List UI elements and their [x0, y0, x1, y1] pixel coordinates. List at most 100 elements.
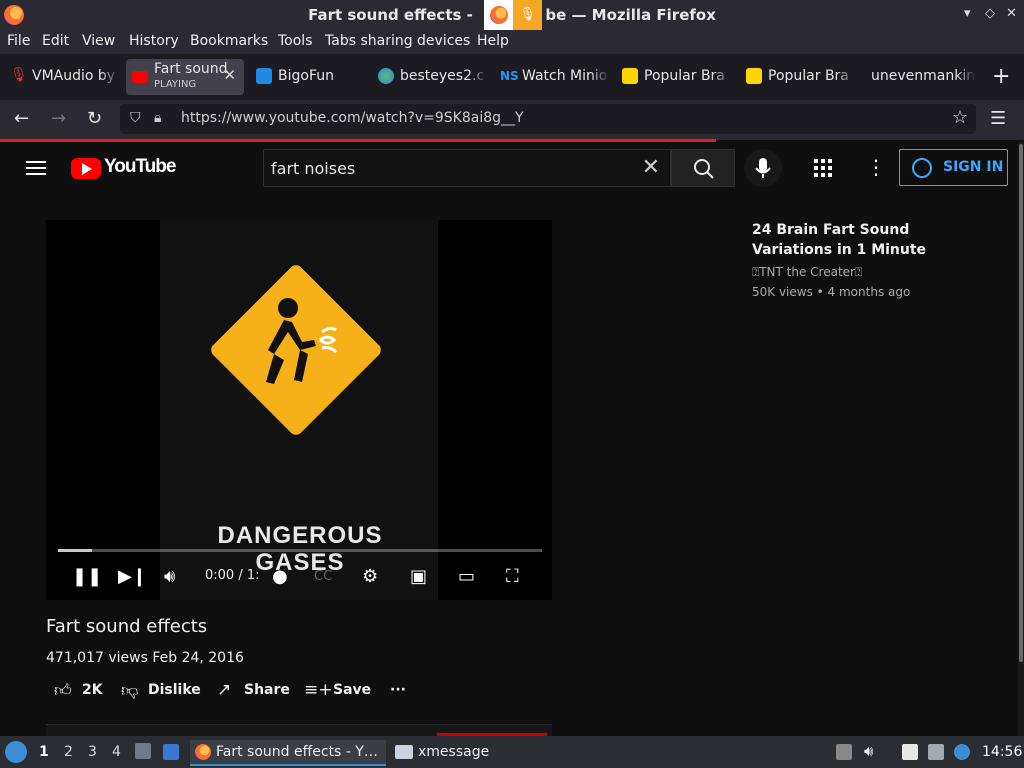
tab-fade — [712, 59, 732, 95]
firefox-mini-icon — [490, 6, 508, 24]
workspace-2[interactable]: 2 — [64, 744, 73, 760]
tab-fade — [100, 59, 120, 95]
updates-icon[interactable] — [954, 744, 970, 760]
taskbar-xmessage[interactable]: xmessage — [392, 740, 512, 766]
clipboard-icon[interactable] — [902, 744, 918, 760]
close-tab-icon[interactable]: ✕ — [223, 66, 236, 84]
shield-icon[interactable]: ⛉ — [130, 110, 141, 126]
volume-tray-icon[interactable]: 🔊︎ — [864, 742, 880, 760]
voice-search-button[interactable] — [744, 149, 782, 187]
apps-grid-icon[interactable] — [814, 159, 832, 177]
pause-icon[interactable]: ❚❚ — [72, 566, 102, 587]
menu-file[interactable]: File — [7, 33, 30, 49]
workspace-4[interactable]: 4 — [112, 744, 121, 760]
scrollbar-thumb[interactable] — [1019, 144, 1023, 662]
fullscreen-icon[interactable]: ⛶ — [506, 566, 519, 587]
search-input-value[interactable]: fart noises — [271, 159, 355, 178]
smiley-icon — [746, 68, 762, 84]
bigofun-icon — [256, 68, 272, 84]
tab-watch-minio[interactable]: NS Watch Minio — [494, 59, 610, 95]
video-player[interactable]: DANGEROUS GASES ❚❚ ▶❙ 🔊︎ 0:00 / 1: ● CC … — [46, 220, 552, 600]
close-window-button[interactable]: ✕ — [1006, 6, 1017, 21]
like-button[interactable]: 👍︎ 2K — [54, 680, 104, 702]
youtube-logo-text[interactable]: YouTube — [104, 156, 176, 178]
search-button[interactable] — [671, 149, 735, 187]
share-button[interactable]: ↗ Share — [217, 680, 290, 702]
settings-more-icon[interactable]: ⋮ — [866, 155, 886, 179]
bookmark-star-icon[interactable]: ☆ — [952, 107, 968, 128]
tab-fart-sound[interactable]: Fart sound PLAYING ✕ — [126, 59, 244, 95]
screen-share-indicator[interactable]: 🎙 — [484, 0, 542, 30]
video-progress-bar[interactable] — [58, 549, 542, 552]
minimize-button[interactable]: ▾ — [964, 6, 971, 21]
url-text[interactable]: https://www.youtube.com/watch?v=9SK8ai8g… — [181, 110, 524, 126]
dislike-button[interactable]: 👎︎ Dislike — [121, 680, 201, 702]
forward-arrow-icon[interactable]: → — [51, 108, 66, 129]
taskbar-firefox[interactable]: Fart sound effects - Y… — [190, 740, 386, 766]
tray-arrow-icon[interactable] — [836, 744, 852, 760]
tab-fade — [956, 59, 976, 95]
reload-icon[interactable]: ↻ — [87, 108, 102, 129]
video-meta: 471,017 views Feb 24, 2016 — [46, 650, 244, 666]
thumbs-down-icon: 👎︎ — [121, 681, 139, 701]
window-title-start: Fart sound effects - — [308, 6, 473, 24]
menu-tools[interactable]: Tools — [278, 33, 313, 49]
tab-vmaudio[interactable]: 🎙 VMAudio by — [4, 59, 120, 95]
lock-icon[interactable]: 🔒︎ — [154, 110, 161, 126]
clock: 14:56 — [982, 744, 1023, 760]
window-titlebar: Fart sound effects - be — Mozilla Firefo… — [0, 0, 1024, 30]
desktop-icon[interactable] — [163, 744, 179, 760]
volume-icon[interactable]: 🔊︎ — [164, 566, 175, 587]
add-to-playlist-icon: ≡+ — [304, 680, 333, 700]
share-label: Share — [244, 682, 290, 698]
start-menu-icon[interactable] — [5, 741, 27, 763]
youtube-logo-icon[interactable] — [71, 158, 101, 179]
microphone-icon: 🎙 — [10, 67, 28, 83]
theater-mode-icon[interactable]: ▭ — [458, 566, 475, 587]
save-button[interactable]: ≡+ Save — [304, 680, 371, 702]
menu-tabs-sharing[interactable]: Tabs sharing devices — [325, 33, 470, 49]
share-icon: ↗ — [217, 680, 232, 700]
microphone-indicator-icon[interactable]: 🎙 — [513, 0, 542, 30]
menu-help[interactable]: Help — [477, 33, 509, 49]
miniplayer-icon[interactable]: ▣ — [410, 566, 427, 587]
new-tab-button[interactable]: + — [992, 64, 1010, 89]
search-input[interactable]: fart noises ✕ — [263, 149, 671, 187]
tab-besteyes[interactable]: besteyes2.c — [372, 59, 488, 95]
video-title: Fart sound effects — [46, 616, 208, 637]
video-progress-fill — [58, 549, 92, 552]
window-title-end: be — Mozilla Firefox — [545, 6, 716, 24]
menu-view[interactable]: View — [82, 33, 115, 49]
tab-popular-brands-1[interactable]: Popular Bra — [616, 59, 732, 95]
autoplay-toggle-icon[interactable]: ● — [272, 566, 288, 587]
menu-history[interactable]: History — [129, 33, 179, 49]
globe-icon — [378, 68, 394, 84]
menu-bar: File Edit View History Bookmarks Tools T… — [0, 30, 1024, 54]
taskbar-firefox-label: Fart sound effects - Y… — [216, 744, 378, 760]
hamburger-menu-icon[interactable]: ☰ — [990, 108, 1006, 129]
more-actions-button[interactable]: ··· — [390, 680, 414, 702]
next-video-icon[interactable]: ▶❙ — [118, 566, 147, 587]
recommended-video-channel[interactable]: ⍰TNT the Creater⍰ — [752, 265, 862, 280]
menu-bookmarks[interactable]: Bookmarks — [190, 33, 268, 49]
smiley-icon — [622, 68, 638, 84]
sign-in-button[interactable]: SIGN IN — [899, 149, 1008, 186]
workspace-1[interactable]: 1 — [39, 744, 49, 760]
file-manager-icon[interactable] — [135, 743, 151, 759]
menu-edit[interactable]: Edit — [42, 33, 69, 49]
tab-popular-brands-2[interactable]: Popular Bra — [740, 59, 856, 95]
more-actions-icon: ··· — [390, 682, 406, 698]
gear-icon[interactable]: ⚙ — [362, 566, 378, 587]
guide-menu-icon[interactable] — [26, 161, 46, 175]
like-count: 2K — [82, 682, 103, 698]
clear-search-icon[interactable]: ✕ — [642, 155, 660, 180]
network-icon[interactable] — [928, 744, 944, 760]
captions-icon[interactable]: CC — [314, 569, 332, 584]
workspace-3[interactable]: 3 — [88, 744, 97, 760]
url-bar[interactable]: ⛉ 🔒︎ https://www.youtube.com/watch?v=9SK… — [120, 104, 976, 134]
tab-unevenmanking[interactable]: unevenmanking — [860, 59, 976, 95]
tab-bigofun[interactable]: BigoFun — [250, 59, 366, 95]
maximize-button[interactable]: ◇ — [985, 6, 995, 21]
recommended-video-title[interactable]: 24 Brain Fart Sound Variations in 1 Minu… — [752, 220, 962, 260]
back-arrow-icon[interactable]: ← — [14, 108, 29, 129]
